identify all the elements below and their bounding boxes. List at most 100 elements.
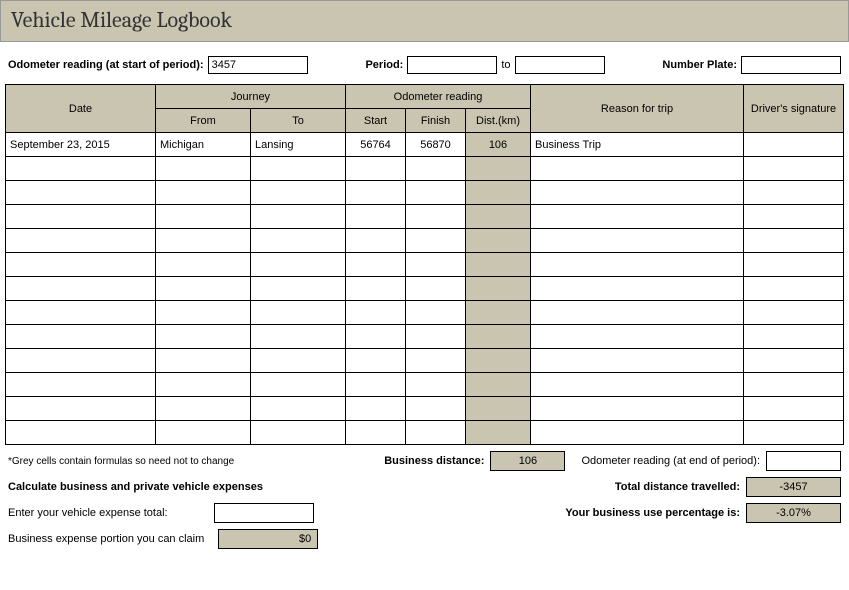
table-row: September 23, 2015MichiganLansing5676456… <box>6 133 844 157</box>
cell-to[interactable] <box>251 157 346 181</box>
cell-reason[interactable] <box>531 181 744 205</box>
cell-from[interactable] <box>156 157 251 181</box>
cell-finish[interactable] <box>406 253 466 277</box>
expense-total-input[interactable] <box>214 503 314 523</box>
cell-from[interactable] <box>156 205 251 229</box>
cell-reason[interactable] <box>531 277 744 301</box>
cell-finish[interactable] <box>406 373 466 397</box>
cell-from[interactable] <box>156 373 251 397</box>
number-plate-input[interactable] <box>741 56 841 74</box>
cell-sig[interactable] <box>744 373 844 397</box>
cell-reason[interactable] <box>531 229 744 253</box>
cell-sig[interactable] <box>744 301 844 325</box>
cell-start[interactable] <box>346 397 406 421</box>
cell-start[interactable] <box>346 181 406 205</box>
cell-date[interactable] <box>6 277 156 301</box>
cell-to[interactable] <box>251 301 346 325</box>
cell-finish[interactable] <box>406 157 466 181</box>
odometer-start-input[interactable] <box>208 56 308 74</box>
cell-reason[interactable] <box>531 349 744 373</box>
cell-from[interactable]: Michigan <box>156 133 251 157</box>
cell-from[interactable] <box>156 229 251 253</box>
cell-date[interactable] <box>6 181 156 205</box>
cell-to[interactable] <box>251 277 346 301</box>
cell-date[interactable] <box>6 205 156 229</box>
cell-start[interactable]: 56764 <box>346 133 406 157</box>
cell-sig[interactable] <box>744 229 844 253</box>
cell-finish[interactable] <box>406 325 466 349</box>
cell-start[interactable] <box>346 421 406 445</box>
cell-to[interactable] <box>251 325 346 349</box>
cell-reason[interactable] <box>531 325 744 349</box>
cell-start[interactable] <box>346 205 406 229</box>
cell-finish[interactable] <box>406 181 466 205</box>
cell-to[interactable] <box>251 205 346 229</box>
odometer-end-value[interactable] <box>766 451 841 471</box>
cell-date[interactable] <box>6 349 156 373</box>
cell-start[interactable] <box>346 157 406 181</box>
cell-start[interactable] <box>346 349 406 373</box>
cell-sig[interactable] <box>744 157 844 181</box>
cell-from[interactable] <box>156 325 251 349</box>
cell-sig[interactable] <box>744 325 844 349</box>
cell-start[interactable] <box>346 253 406 277</box>
cell-finish[interactable] <box>406 229 466 253</box>
cell-from[interactable] <box>156 181 251 205</box>
cell-from[interactable] <box>156 397 251 421</box>
cell-date[interactable] <box>6 397 156 421</box>
cell-date[interactable] <box>6 157 156 181</box>
table-row <box>6 421 844 445</box>
cell-sig[interactable] <box>744 397 844 421</box>
cell-finish[interactable] <box>406 349 466 373</box>
cell-from[interactable] <box>156 421 251 445</box>
cell-start[interactable] <box>346 325 406 349</box>
cell-sig[interactable] <box>744 421 844 445</box>
cell-reason[interactable]: Business Trip <box>531 133 744 157</box>
cell-to[interactable] <box>251 421 346 445</box>
cell-to[interactable] <box>251 229 346 253</box>
cell-reason[interactable] <box>531 373 744 397</box>
cell-sig[interactable] <box>744 277 844 301</box>
cell-reason[interactable] <box>531 253 744 277</box>
cell-sig[interactable] <box>744 205 844 229</box>
cell-to[interactable] <box>251 349 346 373</box>
cell-from[interactable] <box>156 277 251 301</box>
cell-date[interactable] <box>6 229 156 253</box>
cell-finish[interactable] <box>406 397 466 421</box>
period-from-input[interactable] <box>407 56 497 74</box>
cell-to[interactable] <box>251 373 346 397</box>
cell-to[interactable] <box>251 253 346 277</box>
cell-start[interactable] <box>346 301 406 325</box>
cell-start[interactable] <box>346 373 406 397</box>
cell-to[interactable] <box>251 181 346 205</box>
cell-reason[interactable] <box>531 205 744 229</box>
cell-reason[interactable] <box>531 421 744 445</box>
cell-sig[interactable] <box>744 349 844 373</box>
cell-finish[interactable] <box>406 421 466 445</box>
cell-sig[interactable] <box>744 253 844 277</box>
cell-to[interactable] <box>251 397 346 421</box>
cell-from[interactable] <box>156 301 251 325</box>
cell-from[interactable] <box>156 253 251 277</box>
cell-finish[interactable]: 56870 <box>406 133 466 157</box>
cell-from[interactable] <box>156 349 251 373</box>
cell-finish[interactable] <box>406 301 466 325</box>
cell-finish[interactable] <box>406 277 466 301</box>
cell-date[interactable] <box>6 253 156 277</box>
period-to-input[interactable] <box>515 56 605 74</box>
business-distance-label: Business distance: <box>384 455 484 467</box>
cell-date[interactable] <box>6 301 156 325</box>
cell-date[interactable]: September 23, 2015 <box>6 133 156 157</box>
cell-start[interactable] <box>346 229 406 253</box>
cell-date[interactable] <box>6 325 156 349</box>
cell-sig[interactable] <box>744 181 844 205</box>
cell-date[interactable] <box>6 421 156 445</box>
cell-to[interactable]: Lansing <box>251 133 346 157</box>
cell-sig[interactable] <box>744 133 844 157</box>
cell-reason[interactable] <box>531 301 744 325</box>
cell-finish[interactable] <box>406 205 466 229</box>
cell-reason[interactable] <box>531 397 744 421</box>
cell-reason[interactable] <box>531 157 744 181</box>
cell-date[interactable] <box>6 373 156 397</box>
cell-start[interactable] <box>346 277 406 301</box>
